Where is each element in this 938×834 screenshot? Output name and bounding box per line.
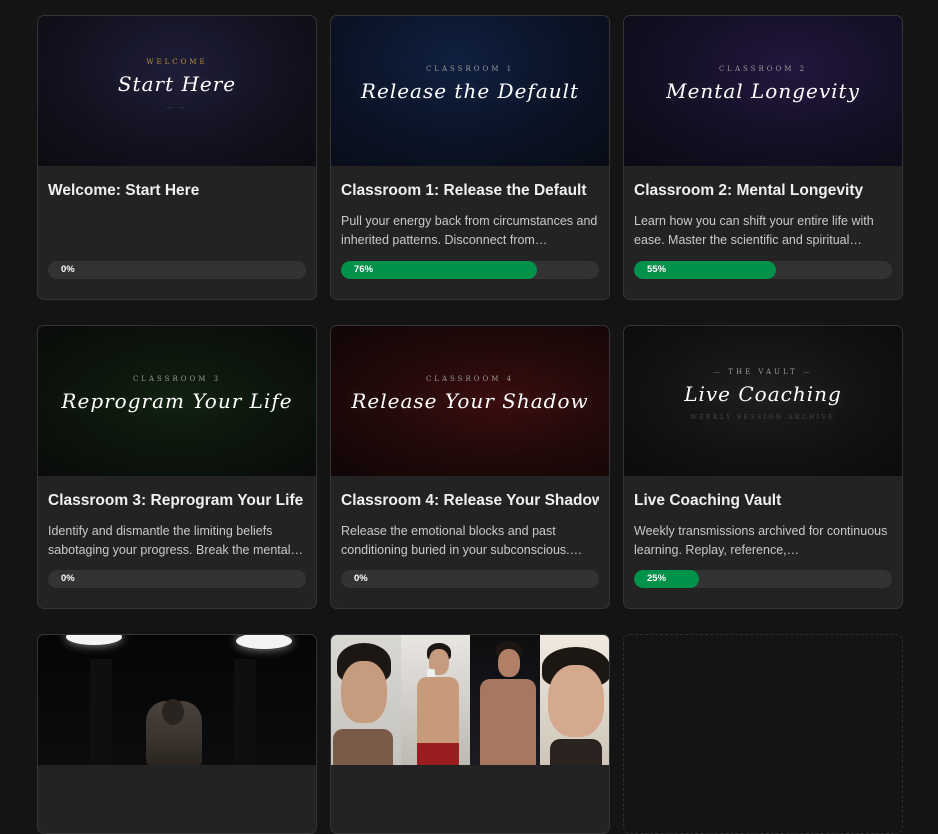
- face-shape: [498, 649, 520, 677]
- course-cover-collage: [331, 635, 609, 765]
- ceiling-light-icon: [236, 635, 292, 649]
- course-card-classroom-4[interactable]: CLASSROOM 4 Release Your Shadow Classroo…: [330, 325, 610, 609]
- course-title: Classroom 2: Mental Longevity: [634, 182, 864, 199]
- progress-percent: 76%: [354, 264, 374, 275]
- ceiling-light-icon: [66, 635, 122, 645]
- cover-eyebrow: WELCOME: [146, 57, 208, 66]
- cover-eyebrow: — THE VAULT —: [713, 367, 813, 376]
- pillar-shape: [234, 659, 256, 765]
- progress-percent: 0%: [61, 573, 75, 584]
- course-grid: WELCOME Start Here — — Welcome: Start He…: [37, 15, 903, 834]
- course-title: Welcome: Start Here: [48, 182, 200, 199]
- course-cover-image: CLASSROOM 4 Release Your Shadow: [331, 326, 609, 476]
- course-card-photo-collage[interactable]: [330, 634, 610, 834]
- cover-title: Release Your Shadow: [351, 389, 589, 413]
- collage-photo-2: [400, 635, 470, 765]
- course-card-classroom-3[interactable]: CLASSROOM 3 Reprogram Your Life Classroo…: [37, 325, 317, 609]
- pillar-shape: [90, 659, 112, 765]
- shoulders-shape: [333, 729, 393, 765]
- course-progress-bar: 25%: [634, 570, 892, 588]
- course-card-welcome[interactable]: WELCOME Start Here — — Welcome: Start He…: [37, 15, 317, 300]
- course-description: Learn how you can shift your entire life…: [634, 214, 874, 247]
- cover-divider: — —: [166, 103, 188, 111]
- course-description: [48, 212, 306, 250]
- cover-title: Release the Default: [360, 79, 580, 103]
- course-title: Live Coaching Vault: [634, 492, 782, 509]
- person-head: [162, 699, 184, 725]
- course-cover-image: CLASSROOM 2 Mental Longevity: [624, 16, 902, 166]
- empty-card-slot: [623, 634, 903, 834]
- cover-title: Live Coaching: [684, 381, 842, 406]
- cover-eyebrow: CLASSROOM 1: [425, 65, 515, 73]
- course-progress-bar: 0%: [48, 570, 306, 588]
- progress-percent: 25%: [647, 573, 667, 584]
- cover-eyebrow-text: THE VAULT: [728, 367, 798, 376]
- course-title: Classroom 1: Release the Default: [341, 182, 587, 199]
- torso-shape: [480, 679, 536, 765]
- collage-photo-1: [331, 635, 401, 765]
- course-description: Release the emotional blocks and past co…: [341, 524, 583, 557]
- collage-photo-4: [539, 635, 609, 765]
- progress-percent: 0%: [61, 264, 75, 275]
- torso-shape: [416, 677, 459, 743]
- course-card-classroom-2[interactable]: CLASSROOM 2 Mental Longevity Classroom 2…: [623, 15, 903, 300]
- cover-title: Mental Longevity: [666, 79, 860, 103]
- cover-subtitle: WEEKLY SESSION ARCHIVE: [690, 413, 836, 421]
- course-cover-photo: [38, 635, 316, 765]
- course-cover-image: CLASSROOM 3 Reprogram Your Life: [38, 326, 316, 476]
- course-description: Weekly transmissions archived for contin…: [634, 524, 888, 557]
- course-card-classroom-1[interactable]: CLASSROOM 1 Release the Default Classroo…: [330, 15, 610, 300]
- face-shape: [341, 661, 387, 723]
- course-cover-image: — THE VAULT — Live Coaching WEEKLY SESSI…: [624, 326, 902, 476]
- course-description: Pull your energy back from circumstances…: [341, 214, 598, 247]
- course-cover-image: CLASSROOM 1 Release the Default: [331, 16, 609, 166]
- cover-eyebrow: CLASSROOM 2: [718, 65, 808, 73]
- cover-eyebrow: CLASSROOM 3: [132, 375, 222, 383]
- progress-fill: [634, 570, 699, 588]
- cover-title: Start Here: [117, 71, 237, 96]
- progress-percent: 55%: [647, 264, 667, 275]
- course-progress-bar: 0%: [341, 570, 599, 588]
- course-card-live-coaching-vault[interactable]: — THE VAULT — Live Coaching WEEKLY SESSI…: [623, 325, 903, 609]
- collage-photo-3: [470, 635, 540, 765]
- face-shape: [547, 665, 604, 737]
- course-progress-bar: 76%: [341, 261, 599, 279]
- course-progress-bar: 0%: [48, 261, 306, 279]
- neck-shape: [549, 739, 602, 765]
- course-progress-bar: 55%: [634, 261, 892, 279]
- course-description: Identify and dismantle the limiting beli…: [48, 524, 303, 557]
- progress-percent: 0%: [354, 573, 368, 584]
- cover-title: Reprogram Your Life: [61, 389, 293, 413]
- course-title: Classroom 4: Release Your Shadow: [341, 492, 599, 509]
- shorts-shape: [416, 743, 459, 765]
- course-cover-image: WELCOME Start Here — —: [38, 16, 316, 166]
- course-title: Classroom 3: Reprogram Your Life: [48, 492, 304, 509]
- course-card-photo-figure[interactable]: [37, 634, 317, 834]
- cover-eyebrow: CLASSROOM 4: [425, 375, 515, 383]
